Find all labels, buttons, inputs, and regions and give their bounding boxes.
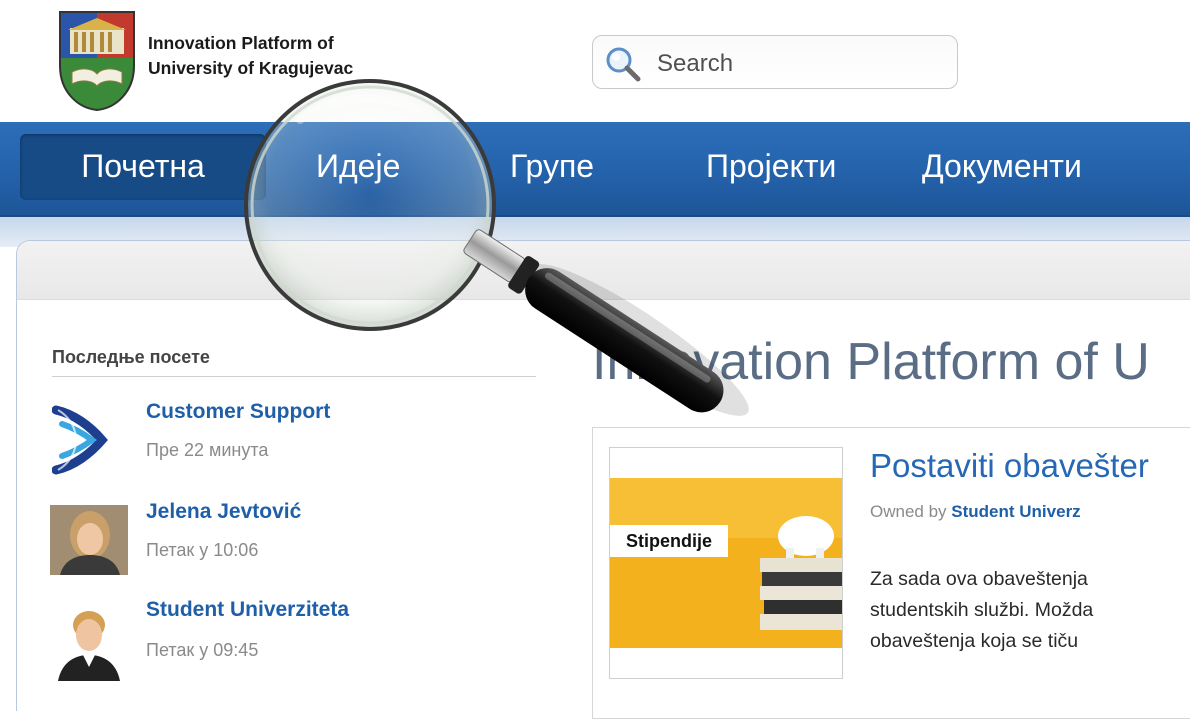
post-excerpt-line: obaveštenja koja se tiču [870,630,1079,652]
post-excerpt-line: Za sada ova obaveštenja [870,568,1088,590]
search-placeholder: Search [657,50,734,77]
brand-line-1: Innovation Platform of [148,33,334,53]
recent-item-time: Петак у 09:45 [146,640,259,660]
header: Innovation Platform of University of Kra… [0,0,1190,122]
post-excerpt-line: studentskih službi. Možda [870,599,1094,621]
recent-visits-heading: Последње посете [52,347,210,367]
owned-by-label: Owned by [870,502,947,521]
page-title: Innovation Platform of U [592,333,1150,391]
university-crest-icon[interactable] [58,10,136,112]
search-input[interactable]: Search [592,35,958,89]
search-icon [606,47,641,82]
nav-item-ideas[interactable]: Идеје [316,134,400,200]
nav-item-documents[interactable]: Документи [922,134,1082,200]
avatar[interactable] [50,603,128,681]
recent-item-time: Петак у 10:06 [146,540,259,560]
nav-item-home[interactable]: Почетна [20,134,266,200]
post-thumbnail[interactable]: Stipendije [609,447,843,679]
recent-item-name[interactable]: Customer Support [146,400,330,424]
nav-item-groups[interactable]: Групе [510,134,594,200]
recent-item-time: Пре 22 минута [146,440,269,460]
divider [52,376,536,377]
nav-item-projects[interactable]: Пројекти [706,134,836,200]
stipend-image [610,448,842,678]
main-nav: Почетна Идеје Групе Пројекти Документи [0,122,1190,217]
owner-link[interactable]: Student Univerz [951,502,1080,521]
content-toolbar [17,241,1190,300]
brand-line-2: University of Kragujevac [148,58,354,78]
avatar[interactable] [50,505,128,575]
recent-item-name[interactable]: Student Univerziteta [146,598,349,622]
post-title-link[interactable]: Postaviti obavešter [870,447,1149,485]
support-logo-icon[interactable] [52,404,112,476]
site-brand[interactable]: Innovation Platform of University of Kra… [148,31,353,81]
thumbnail-label: Stipendije [625,531,712,551]
recent-item-name[interactable]: Jelena Jevtović [146,500,301,524]
post-owner: Owned by Student Univerz [870,502,1081,522]
